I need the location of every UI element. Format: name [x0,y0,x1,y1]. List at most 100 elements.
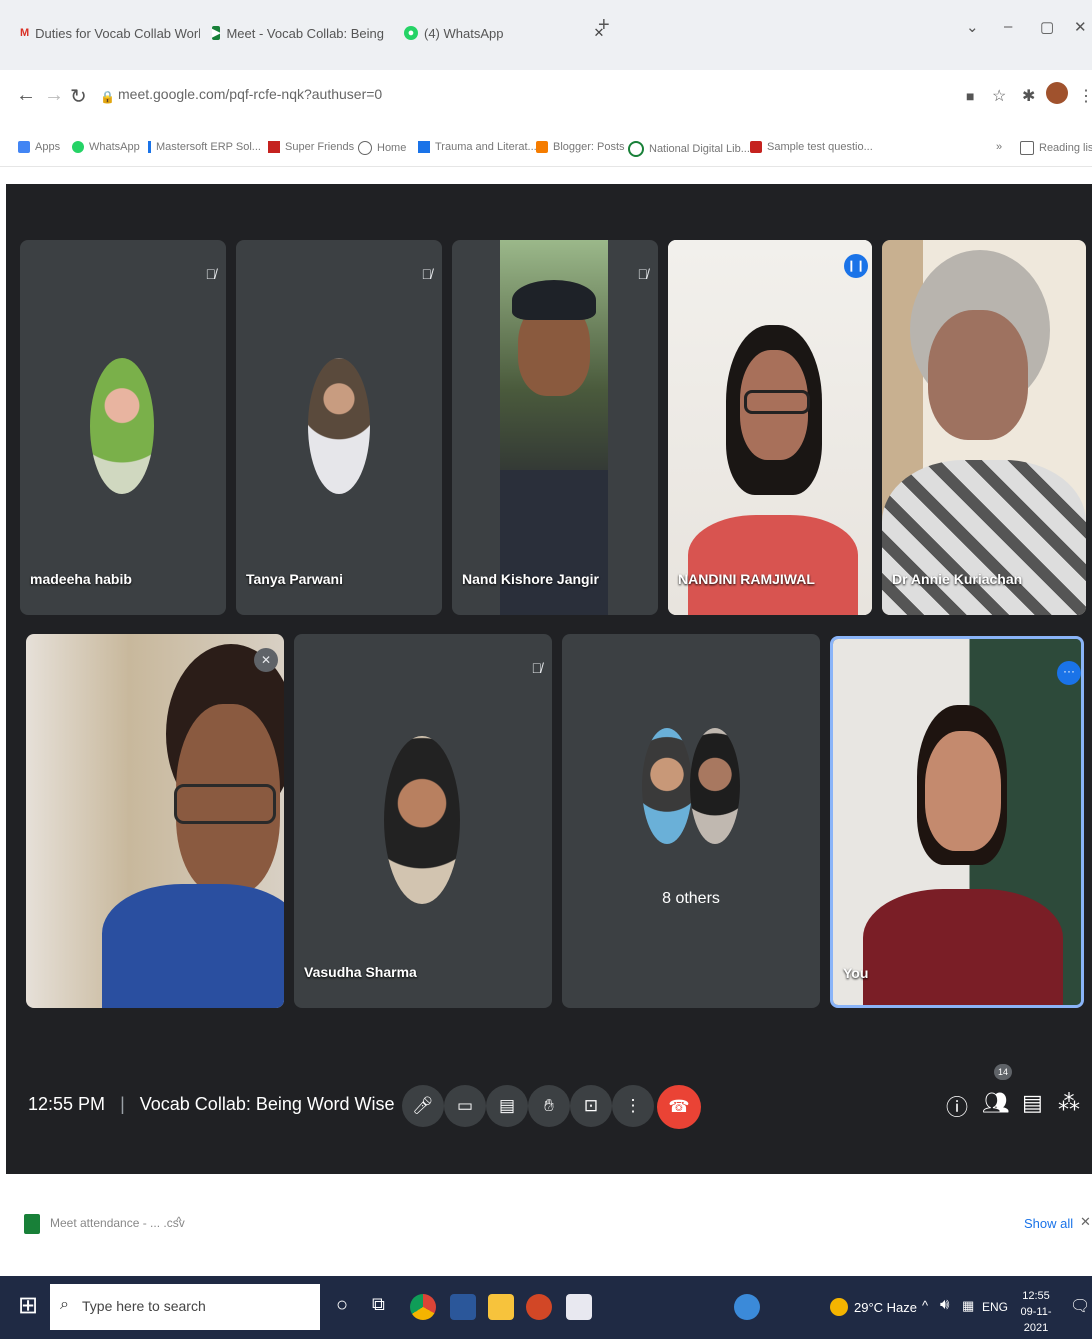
mic-button[interactable]: 🎤︎ [402,1085,444,1127]
participant-count-badge: 14 [994,1064,1012,1080]
participant-name: Nand Kishore Jangir [462,571,599,587]
menu-icon[interactable]: ⋮ [1078,86,1092,106]
cortana-icon[interactable]: ○ [336,1294,348,1317]
file-explorer-icon[interactable] [488,1294,514,1320]
task-view-icon[interactable]: ⧉ [372,1294,385,1315]
sample-icon [750,141,762,153]
bookmark-label: Sample test questio... [767,141,873,153]
close-window-button[interactable]: ✕ [1074,18,1087,36]
shirt [500,470,608,615]
reload-icon[interactable]: ↻ [70,84,87,109]
participant-name: NANDINI RAMJIWAL [678,571,815,587]
captions-button[interactable]: ▤ [486,1085,528,1127]
camera-button[interactable]: ▭ [444,1085,486,1127]
whatsapp-icon: ● [404,26,418,40]
more-options-button[interactable]: ⋮ [612,1085,654,1127]
bookmark-label: Blogger: Posts [553,141,625,153]
weather-label[interactable]: 29°C Haze [854,1300,917,1315]
taskbar-search-box[interactable]: ⌕ Type here to search [50,1284,320,1330]
meeting-info: 12:55 PM | Vocab Collab: Being Word Wise [28,1094,395,1115]
tab-label: Meet - Vocab Collab: Being [226,25,385,41]
tab-bar: M Duties for Vocab Collab Worksh ✕ ▶ Mee… [0,0,1092,70]
bookmark-whatsapp[interactable]: WhatsApp [72,141,140,153]
network-icon[interactable]: ▦ [962,1298,974,1314]
mic-off-icon: 🎙̸ [637,266,649,282]
more-options-icon[interactable]: ··· [1057,661,1081,685]
participant-tile[interactable]: ✕ [26,634,284,1008]
download-item[interactable]: Meet attendance - ... .csv [50,1216,185,1230]
shirt [688,515,858,615]
camera-icon: ▭ [456,1096,474,1115]
raise-hand-button[interactable]: ✋︎ [528,1085,570,1127]
participant-tile[interactable]: 🎙̸ madeeha habib [20,240,226,615]
activities-icon[interactable]: ⁂ [1058,1090,1080,1116]
mic-icon: 🎤︎ [412,1096,434,1115]
participant-tile[interactable]: 🎙̸ Tanya Parwani [236,240,442,615]
new-tab-button[interactable]: + [598,14,610,37]
extensions-icon[interactable]: ✱ [1022,86,1035,106]
forward-icon[interactable]: → [44,84,64,107]
participant-tile[interactable]: 🎙̸ Vasudha Sharma [294,634,552,1008]
bookmark-mastersoft[interactable]: Mastersoft ERP Sol... [148,141,261,153]
participant-tile[interactable]: Dr Annie Kuriachan [882,240,1086,615]
edge-icon[interactable] [734,1294,760,1320]
bookmark-home[interactable]: Home [358,141,406,155]
bookmark-apps[interactable]: Apps [18,141,60,153]
reading-list[interactable]: Reading list [1020,141,1092,155]
tab-whatsapp[interactable]: ● (4) WhatsApp ✕ [404,18,614,48]
avatar [384,736,460,904]
self-tile[interactable]: ··· You [830,636,1084,1008]
chat-icon[interactable]: ▤ [1022,1090,1043,1116]
bookmark-trauma[interactable]: Trauma and Literat... [418,141,537,153]
bookmark-superfriends[interactable]: Super Friends [268,141,354,153]
scribd-icon [418,141,430,153]
back-icon[interactable]: ← [16,84,36,107]
participant-tile[interactable]: ❙❙ NANDINI RAMJIWAL [668,240,872,615]
notification-icon[interactable]: 🗨︎ [1070,1296,1090,1316]
bookmark-blogger[interactable]: Blogger: Posts [536,141,625,153]
profile-avatar[interactable] [1046,82,1068,104]
maximize-button[interactable]: ▢ [1040,18,1054,36]
others-tile[interactable]: 8 others [562,634,820,1008]
volume-icon[interactable]: 🔊︎ [940,1296,949,1313]
present-button[interactable]: ⊡ [570,1085,612,1127]
shirt [102,884,284,1008]
chevron-up-icon[interactable]: ^ [922,1298,928,1313]
people-icon[interactable]: 👥︎ [982,1090,1010,1116]
language-indicator[interactable]: ENG [982,1300,1008,1314]
powerpoint-icon[interactable] [526,1294,552,1320]
paint-icon[interactable] [566,1294,592,1320]
bookmark-ndl[interactable]: National Digital Lib... [628,141,750,157]
participant-tile[interactable]: 🎙̸ Nand Kishore Jangir [452,240,658,615]
tab-search-icon[interactable]: ⌄ [966,18,979,36]
minimize-button[interactable]: – [1004,18,1012,35]
star-icon[interactable]: ☆ [992,86,1006,106]
bookmark-label: National Digital Lib... [649,143,750,155]
word-icon[interactable] [450,1294,476,1320]
end-call-button[interactable]: ☎︎ [657,1085,701,1129]
show-all-link[interactable]: Show all [1024,1216,1073,1231]
tab-gmail[interactable]: M Duties for Vocab Collab Worksh ✕ [20,18,200,48]
avatar [690,728,740,844]
glasses [744,390,810,414]
clock-time: 12:55 [1022,1290,1050,1302]
shirt [882,460,1086,615]
bookmark-label: Super Friends [285,141,355,153]
video-feed [668,240,872,615]
participant-name: Tanya Parwani [246,571,344,587]
blogger-icon [536,141,548,153]
bookmark-label: Apps [35,141,61,153]
camera-in-use-icon[interactable]: ■ [966,88,974,104]
bookmark-sample[interactable]: Sample test questio... [750,141,873,153]
tab-meet[interactable]: ▶ Meet - Vocab Collab: Being ✕ [212,18,392,48]
bookmark-label: Home [377,142,407,154]
chevron-up-icon[interactable]: ^ [176,1214,182,1228]
windows-start-icon[interactable]: ⊞ [18,1294,38,1318]
clock[interactable]: 12:55 09-11-2021 [1010,1288,1062,1336]
meeting-details-icon[interactable]: ⓘ [946,1090,968,1122]
bookmarks-overflow[interactable]: » [996,141,1002,153]
url-field[interactable]: meet.google.com/pqf-rcfe-nqk?authuser=0 [118,86,382,102]
chrome-icon[interactable] [410,1294,436,1320]
lock-icon[interactable]: 🔒 [100,90,115,104]
close-icon[interactable]: ✕ [1080,1214,1091,1230]
